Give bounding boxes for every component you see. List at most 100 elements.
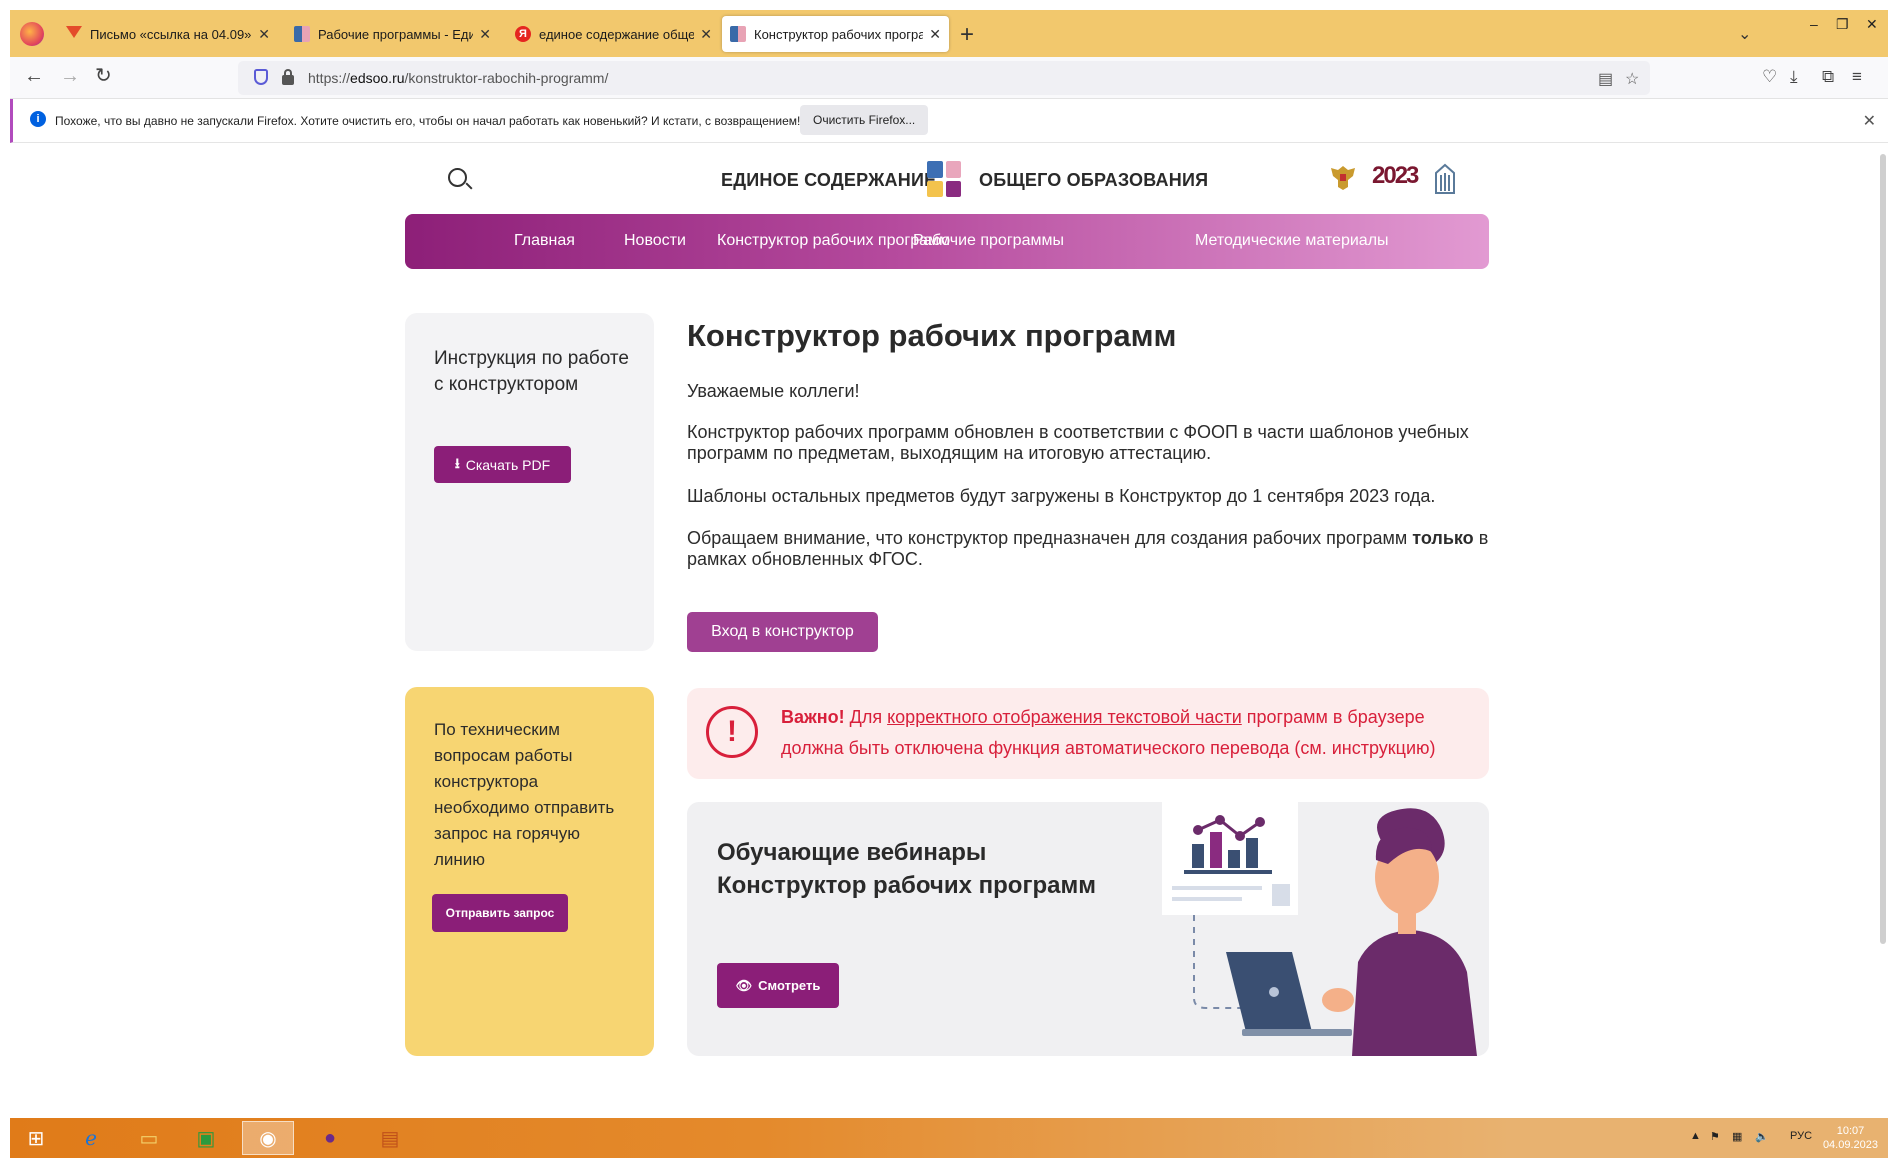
file-explorer-icon[interactable]: ▭ xyxy=(123,1121,175,1155)
clock-date: 04.09.2023 xyxy=(1822,1139,1878,1151)
menu-item-home[interactable]: Главная xyxy=(514,232,575,250)
tab-title: Конструктор рабочих програм xyxy=(754,26,924,42)
instruction-title: Инструкция по работе с конструктором xyxy=(434,348,629,395)
firefox-taskbar-icon[interactable]: ◉ xyxy=(242,1121,294,1155)
warning-link[interactable]: корректного отображения текстовой части xyxy=(887,707,1242,727)
warning-bold: Важно! xyxy=(781,707,845,727)
system-clock[interactable]: 10:07 04.09.2023 xyxy=(1823,1124,1878,1152)
media-app-icon[interactable]: ● xyxy=(304,1121,356,1155)
instruction-card: Инструкция по работе с конструктором ⭳ С… xyxy=(405,313,654,651)
restore-icon[interactable]: ❐ xyxy=(1836,16,1849,33)
close-tab-icon[interactable]: ✕ xyxy=(258,26,270,43)
download-pdf-label: Скачать PDF xyxy=(465,456,551,473)
webinar-title: Обучающие вебинары Конструктор рабочих п… xyxy=(717,839,1096,899)
close-tab-icon[interactable]: ✕ xyxy=(929,26,941,43)
new-tab-button[interactable]: + xyxy=(960,23,974,47)
refresh-firefox-button[interactable]: Очистить Firefox... xyxy=(800,105,929,135)
brand-text-left[interactable]: ЕДИНОЕ СОДЕРЖАНИЕ xyxy=(721,170,936,191)
back-icon[interactable]: ← xyxy=(24,66,44,86)
minimize-icon[interactable]: – xyxy=(1810,16,1818,32)
greeting-text: Уважаемые коллеги! xyxy=(687,381,860,401)
ministry-emblem-icon[interactable] xyxy=(1327,162,1359,192)
downloads-icon[interactable]: ⤓ xyxy=(1790,67,1798,87)
edsoo-icon xyxy=(730,26,746,42)
exclamation-icon: ! xyxy=(706,706,758,758)
menu-item-methodical-materials[interactable]: Методические материалы xyxy=(1195,232,1389,250)
browser-tab-mail[interactable]: Письмо «ссылка на 04.09» — ( ✕ xyxy=(58,16,278,52)
tracking-protection-icon[interactable] xyxy=(254,69,268,85)
url-path: /konstruktor-rabochih-programm/ xyxy=(404,70,609,86)
templates-notice-text: Шаблоны остальных предметов будут загруж… xyxy=(687,486,1436,506)
forward-icon[interactable]: → xyxy=(60,66,80,86)
site-logo[interactable] xyxy=(927,161,961,197)
menu-item-news[interactable]: Новости xyxy=(624,232,686,250)
eye-icon: 👁 xyxy=(735,977,753,993)
search-icon[interactable] xyxy=(448,168,467,187)
language-indicator[interactable]: РУС xyxy=(1790,1130,1812,1142)
tab-title: единое содержание общего о xyxy=(539,26,695,42)
extensions-icon[interactable]: ⧉ xyxy=(1822,67,1834,87)
close-tab-icon[interactable]: ✕ xyxy=(479,26,491,43)
support-text: По техническим вопросам работы конструкт… xyxy=(434,720,615,869)
fgos-notice-bold: только xyxy=(1412,528,1474,548)
close-window-icon[interactable]: ✕ xyxy=(1866,16,1878,33)
webinar-illustration xyxy=(1162,802,1477,1056)
close-notification-icon[interactable]: ✕ xyxy=(1863,111,1876,131)
support-card: По техническим вопросам работы конструкт… xyxy=(405,687,654,1056)
edsoo-icon xyxy=(294,26,310,42)
hamburger-menu-icon[interactable]: ≡ xyxy=(1852,67,1862,87)
refresh-firefox-notification: i Похоже, что вы давно не запускали Fire… xyxy=(10,99,1888,143)
pocket-icon[interactable]: ♡ xyxy=(1762,67,1777,87)
watch-button[interactable]: 👁 Смотреть xyxy=(717,963,839,1008)
list-all-tabs-icon[interactable]: ⌄ xyxy=(1738,24,1751,44)
volume-icon[interactable]: 🔈 xyxy=(1755,1130,1769,1143)
firefox-menu-icon[interactable] xyxy=(20,22,44,46)
send-request-button[interactable]: Отправить запрос xyxy=(432,894,568,932)
notification-message: Похоже, что вы давно не запускали Firefo… xyxy=(55,114,801,128)
webinar-card: Обучающие вебинары Конструктор рабочих п… xyxy=(687,802,1489,1056)
warning-banner: ! Важно! Для корректного отображения тек… xyxy=(687,688,1489,779)
info-icon: i xyxy=(30,111,46,127)
warning-pre: Для xyxy=(844,707,888,727)
document-app-icon[interactable]: ▤ xyxy=(364,1121,416,1155)
internet-explorer-icon[interactable]: ℯ xyxy=(65,1121,117,1155)
url-prefix: https:// xyxy=(308,70,351,86)
bookmark-star-icon[interactable]: ☆ xyxy=(1625,69,1639,89)
url-bar[interactable]: https://edsoo.ru/konstruktor-rabochih-pr… xyxy=(238,61,1650,95)
fgos-notice-text: Обращаем внимание, что конструктор предн… xyxy=(687,528,1507,570)
url-domain: edsoo.ru xyxy=(350,70,405,86)
clock-time: 10:07 xyxy=(1836,1125,1865,1137)
windows-start-icon[interactable]: ⊞ xyxy=(10,1121,62,1155)
close-tab-icon[interactable]: ✕ xyxy=(700,26,712,43)
warning-text: Важно! Для корректного отображения текст… xyxy=(781,702,1481,764)
download-icon: ⭳ xyxy=(454,454,460,471)
download-pdf-button[interactable]: ⭳ Скачать PDF xyxy=(434,446,571,483)
page-title: Конструктор рабочих программ xyxy=(687,318,1177,353)
screen: Письмо «ссылка на 04.09» — ( ✕ Рабочие п… xyxy=(0,0,1888,1158)
browser-tab-constructor[interactable]: Конструктор рабочих програм ✕ xyxy=(722,16,949,52)
show-hidden-icons-icon[interactable]: ▲ xyxy=(1690,1130,1701,1142)
update-notice-text: Конструктор рабочих программ обновлен в … xyxy=(687,422,1469,463)
browser-tab-programs[interactable]: Рабочие программы - Единое ✕ xyxy=(286,16,499,52)
mail-icon xyxy=(66,26,82,42)
store-icon[interactable]: ▣ xyxy=(180,1121,232,1155)
web-page: ЕДИНОЕ СОДЕРЖАНИЕ ОБЩЕГО ОБРАЗОВАНИЯ 202… xyxy=(10,144,1888,1118)
reload-icon[interactable]: ↻ xyxy=(95,66,112,86)
lock-icon[interactable] xyxy=(282,69,294,85)
academy-logo-icon[interactable] xyxy=(1434,163,1456,195)
yandex-icon: Я xyxy=(515,26,531,42)
page-scrollbar[interactable] xyxy=(1880,154,1886,944)
watch-label: Смотреть xyxy=(758,978,821,993)
reader-view-icon[interactable]: ▤ xyxy=(1598,69,1613,89)
flag-icon[interactable]: ⚑ xyxy=(1710,1130,1720,1143)
url-text[interactable]: https://edsoo.ru/konstruktor-rabochih-pr… xyxy=(308,70,608,86)
browser-tab-strip: Письмо «ссылка на 04.09» — ( ✕ Рабочие п… xyxy=(10,10,1888,57)
network-icon[interactable]: ▦ xyxy=(1732,1130,1742,1143)
enter-constructor-button[interactable]: Вход в конструктор xyxy=(687,612,878,652)
windows-taskbar: ⊞ ℯ ▭ ▣ ◉ ● ▤ ▲ ⚑ ▦ 🔈 РУС 10:07 04.09.20… xyxy=(10,1118,1888,1158)
browser-tab-yandex[interactable]: Я единое содержание общего о ✕ xyxy=(507,16,720,52)
brand-text-right[interactable]: ОБЩЕГО ОБРАЗОВАНИЯ xyxy=(979,170,1208,191)
year-of-teacher-logo[interactable]: 2023 xyxy=(1372,162,1419,190)
browser-navigation-bar: ← → ↻ https://edsoo.ru/konstruktor-raboc… xyxy=(10,57,1888,99)
menu-item-work-programs[interactable]: Рабочие программы xyxy=(913,232,1064,250)
